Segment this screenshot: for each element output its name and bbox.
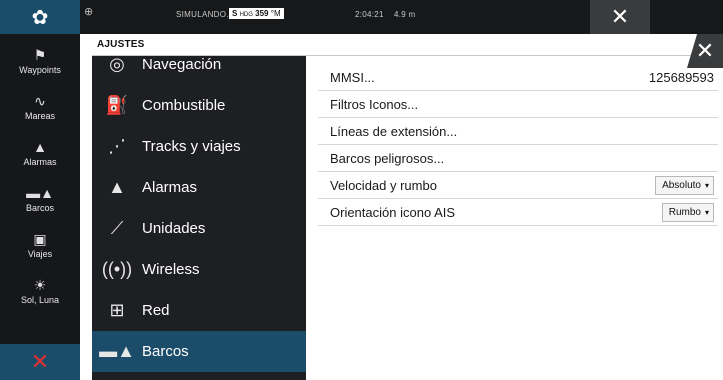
lineas-extension-label: Líneas de extensión...: [330, 123, 458, 139]
menu-item-label: Alarmas: [142, 179, 198, 196]
mmsi-label: MMSI...: [330, 69, 375, 85]
velocidad-rumbo-value: Absoluto: [662, 179, 701, 191]
sidebar-item-label: Viajes: [27, 248, 53, 259]
menu-item-tracks[interactable]: ⋰ Tracks y viajes: [92, 126, 306, 167]
sidebar-item-waypoints[interactable]: ⚑ Waypoints: [0, 40, 80, 80]
tool-sidebar: ⚑ Waypoints ∿ Mareas ▲ Alarmas ▬▲ Barcos…: [0, 34, 80, 380]
gps-icon: ⊕: [84, 6, 94, 18]
gear-icon: ✿: [31, 6, 49, 29]
barcos-peligrosos-label: Barcos peligrosos...: [330, 150, 445, 166]
status-bar: ✿ ⊕ SIMULANDO... S HDG 359 °M 2:04:21 4.…: [0, 0, 723, 34]
menu-item-red[interactable]: ⊞ Red: [92, 290, 306, 331]
velocidad-rumbo-label: Velocidad y rumbo: [330, 177, 437, 193]
sidebar-item-mareas[interactable]: ∿ Mareas: [0, 86, 80, 126]
velocidad-rumbo-select[interactable]: Absoluto ▾: [655, 175, 714, 195]
mob-button[interactable]: ✕: [0, 344, 80, 380]
wireless-icon: ((•)): [101, 259, 133, 279]
page-title: AJUSTES: [97, 39, 145, 50]
network-icon: ⊞: [109, 300, 125, 320]
sidebar-item-viajes[interactable]: ▣ Viajes: [0, 224, 80, 264]
filtros-iconos-row[interactable]: Filtros Iconos...: [318, 91, 718, 118]
menu-item-alarmas[interactable]: ▲ Alarmas: [92, 167, 306, 208]
flag-icon: ⚑: [33, 46, 47, 63]
compass-icon: ◎: [109, 56, 125, 74]
sun-moon-icon: ☀: [33, 276, 47, 293]
ship-icon: ▬▲: [99, 341, 135, 361]
track-icon: ⋰: [108, 136, 126, 156]
heading-readout: S HDG 359 °M: [229, 8, 284, 19]
chevron-down-icon: ▾: [704, 207, 709, 217]
heading-label: HDG: [239, 12, 253, 18]
menu-item-label: Unidades: [142, 220, 206, 237]
trip-icon: ▣: [33, 230, 47, 247]
panel-header: AJUSTES: [92, 34, 723, 56]
settings-content: MMSI... 125689593 Filtros Iconos... Líne…: [318, 64, 718, 226]
lineas-extension-row[interactable]: Líneas de extensión...: [318, 118, 718, 145]
menu-item-barcos[interactable]: ▬▲ Barcos: [92, 331, 306, 372]
ship-icon: ▬▲: [26, 184, 54, 201]
close-icon: ✕: [610, 4, 630, 29]
orientacion-icono-row: Orientación icono AIS Rumbo ▾: [318, 199, 718, 226]
time-readout: 2:04:21: [355, 10, 384, 19]
simulating-indicator: SIMULANDO...: [176, 10, 234, 19]
orientacion-icono-label: Orientación icono AIS: [330, 204, 456, 220]
distance-readout: 4.9 m: [394, 10, 416, 19]
menu-item-combustible[interactable]: ⛽ Combustible: [92, 85, 306, 126]
orientacion-icono-select[interactable]: Rumbo ▾: [661, 202, 714, 222]
orientacion-icono-value: Rumbo: [668, 206, 701, 218]
sidebar-item-alarmas[interactable]: ▲ Alarmas: [0, 132, 80, 172]
sidebar-item-sol-luna[interactable]: ☀ Sol, Luna: [0, 270, 80, 310]
ruler-icon: ⟋: [110, 218, 124, 238]
filtros-iconos-label: Filtros Iconos...: [330, 96, 419, 112]
menu-item-unidades[interactable]: ⟋ Unidades: [92, 208, 306, 249]
close-button[interactable]: ✕: [590, 0, 650, 34]
bell-icon: ▲: [33, 138, 47, 155]
menu-item-wireless[interactable]: ((•)) Wireless: [92, 249, 306, 290]
sidebar-item-label: Sol, Luna: [20, 294, 60, 305]
mob-icon: ✕: [30, 349, 50, 374]
menu-item-label: Navegación: [142, 56, 222, 73]
settings-panel: AJUSTES ✕ ◎ Navegación ⛽ Combustible ⋰ T…: [92, 34, 723, 380]
mmsi-row[interactable]: MMSI... 125689593: [318, 64, 718, 91]
menu-item-label: Combustible: [142, 97, 226, 114]
close-icon: ✕: [695, 38, 715, 63]
bell-icon: ▲: [108, 177, 126, 197]
barcos-peligrosos-row[interactable]: Barcos peligrosos...: [318, 145, 718, 172]
sidebar-item-barcos[interactable]: ▬▲ Barcos: [0, 178, 80, 218]
heading-value: 359: [255, 9, 269, 18]
fuel-icon: ⛽: [105, 95, 129, 115]
mmsi-value: 125689593: [648, 69, 714, 85]
velocidad-rumbo-row: Velocidad y rumbo Absoluto ▾: [318, 172, 718, 199]
menu-item-navegacion[interactable]: ◎ Navegación: [92, 56, 306, 85]
chevron-down-icon: ▾: [704, 180, 709, 190]
heading-unit: °M: [270, 9, 281, 18]
settings-gear-button[interactable]: ✿: [0, 0, 80, 34]
sidebar-item-label: Barcos: [25, 202, 54, 213]
menu-item-label: Barcos: [142, 343, 189, 360]
menu-item-label: Wireless: [142, 261, 200, 278]
settings-menu: ◎ Navegación ⛽ Combustible ⋰ Tracks y vi…: [92, 56, 306, 380]
sidebar-item-label: Alarmas: [23, 156, 57, 167]
menu-item-label: Red: [142, 302, 170, 319]
heading-prefix: S: [232, 9, 238, 18]
menu-item-label: Tracks y viajes: [142, 138, 241, 155]
sidebar-item-label: Waypoints: [19, 64, 61, 75]
sidebar-item-label: Mareas: [24, 110, 55, 121]
wave-icon: ∿: [34, 92, 46, 109]
